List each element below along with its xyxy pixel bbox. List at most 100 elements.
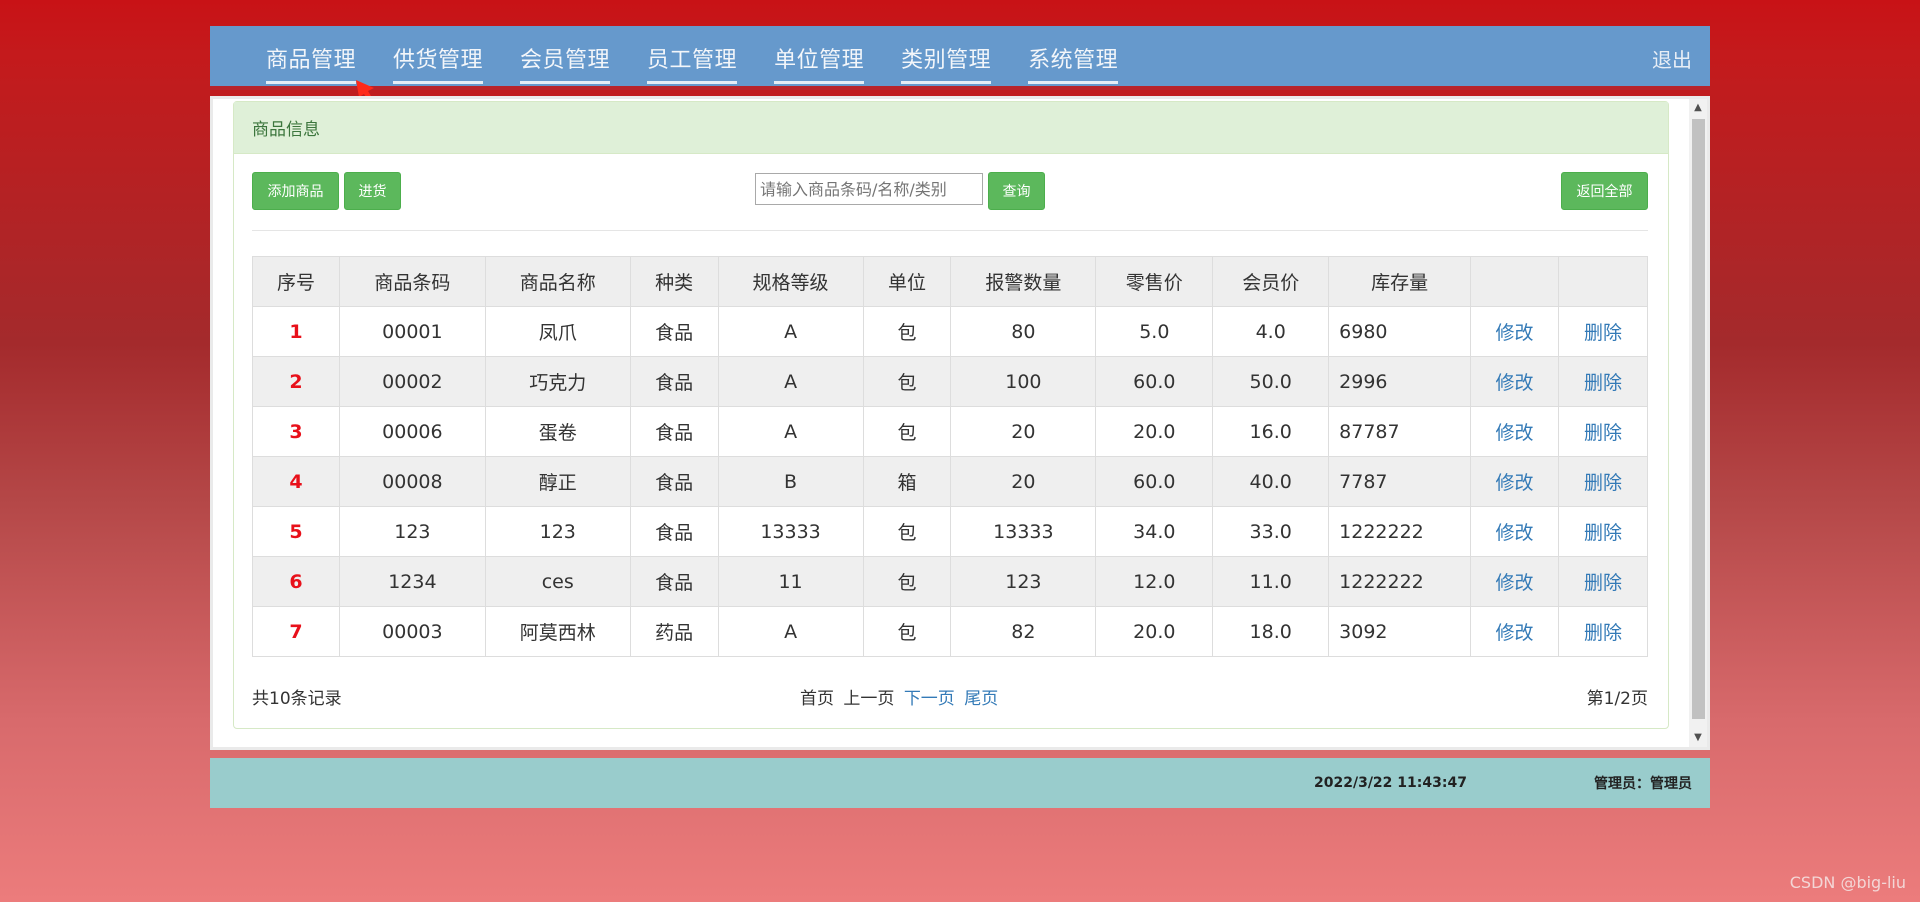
edit-link[interactable]: 修改 xyxy=(1470,406,1560,457)
delete-link[interactable]: 删除 xyxy=(1558,406,1648,457)
back-all-button[interactable]: 返回全部 xyxy=(1561,172,1648,210)
column-header xyxy=(1558,256,1648,307)
cell-stock: 2996 xyxy=(1328,356,1472,407)
cell-barcode: 00006 xyxy=(338,406,486,457)
cell-name: 蛋卷 xyxy=(484,406,631,457)
cell-unit: 包 xyxy=(862,556,952,607)
cell-member: 40.0 xyxy=(1212,456,1330,507)
edit-link[interactable]: 修改 xyxy=(1470,606,1560,657)
cell-name: 123 xyxy=(484,506,631,557)
cell-barcode: 00003 xyxy=(338,606,486,657)
cell-member: 4.0 xyxy=(1212,306,1330,357)
cell-no: 3 xyxy=(252,406,340,457)
column-header: 商品条码 xyxy=(338,256,486,307)
table-row: 4 00008 醇正 食品 B 箱 20 60.0 40.0 7787 修改 删除 xyxy=(252,456,1648,507)
add-goods-button[interactable]: 添加商品 xyxy=(252,172,339,210)
cell-alarm: 80 xyxy=(950,306,1097,357)
cell-barcode: 00001 xyxy=(338,306,486,357)
cell-no: 2 xyxy=(252,356,340,407)
cell-stock: 1222222 xyxy=(1328,556,1472,607)
admin-info: 管理员：管理员 xyxy=(1594,776,1692,792)
cell-name: 凤爪 xyxy=(484,306,631,357)
cell-barcode: 00008 xyxy=(338,456,486,507)
record-count: 共10条记录 xyxy=(252,689,342,709)
delete-link[interactable]: 删除 xyxy=(1558,306,1648,357)
cell-member: 50.0 xyxy=(1212,356,1330,407)
cell-grade: B xyxy=(717,456,864,507)
cell-category: 食品 xyxy=(629,556,719,607)
edit-link[interactable]: 修改 xyxy=(1470,306,1560,357)
column-header: 库存量 xyxy=(1328,256,1472,307)
cell-name: ces xyxy=(484,556,631,607)
cell-member: 33.0 xyxy=(1212,506,1330,557)
nav-item-unit[interactable]: 单位管理 xyxy=(774,26,865,90)
cell-stock: 3092 xyxy=(1328,606,1472,657)
cell-member: 18.0 xyxy=(1212,606,1330,657)
delete-link[interactable]: 删除 xyxy=(1558,556,1648,607)
delete-link[interactable]: 删除 xyxy=(1558,606,1648,657)
nav-item-staff[interactable]: 员工管理 xyxy=(647,26,738,90)
cell-retail: 60.0 xyxy=(1095,456,1214,507)
cell-alarm: 13333 xyxy=(950,506,1097,557)
scroll-thumb[interactable] xyxy=(1692,119,1705,719)
column-header: 商品名称 xyxy=(484,256,631,307)
column-header: 单位 xyxy=(862,256,952,307)
cell-category: 药品 xyxy=(629,606,719,657)
nav-item-goods[interactable]: 商品管理 xyxy=(266,26,357,90)
edit-link[interactable]: 修改 xyxy=(1470,506,1560,557)
pager: 首页 上一页 下一页 尾页 xyxy=(800,684,1002,709)
nav-item-category[interactable]: 类别管理 xyxy=(901,26,992,90)
cell-alarm: 123 xyxy=(950,556,1097,607)
column-header: 报警数量 xyxy=(950,256,1097,307)
cell-name: 巧克力 xyxy=(484,356,631,407)
cell-stock: 87787 xyxy=(1328,406,1472,457)
toolbar: 添加商品 进货 查询 返回全部 xyxy=(252,172,1648,212)
column-header: 规格等级 xyxy=(717,256,864,307)
cell-alarm: 20 xyxy=(950,406,1097,457)
cell-retail: 20.0 xyxy=(1095,406,1214,457)
cell-alarm: 20 xyxy=(950,456,1097,507)
table-header-row: 序号 商品条码 商品名称 种类 规格等级 单位 报警数量 零售价 会员价 库存量 xyxy=(252,256,1648,307)
column-header: 零售价 xyxy=(1095,256,1214,307)
edit-link[interactable]: 修改 xyxy=(1470,356,1560,407)
current-datetime: 2022/3/22 11:43:47 xyxy=(1314,775,1467,791)
prev-page: 上一页 xyxy=(843,689,895,709)
status-bar: 2022/3/22 11:43:47 管理员：管理员 xyxy=(210,758,1710,808)
cell-no: 5 xyxy=(252,506,340,557)
cell-grade: 13333 xyxy=(717,506,864,557)
scroll-down-icon[interactable]: ▼ xyxy=(1689,729,1707,747)
cell-category: 食品 xyxy=(629,406,719,457)
cell-alarm: 82 xyxy=(950,606,1097,657)
cell-unit: 包 xyxy=(862,406,952,457)
delete-link[interactable]: 删除 xyxy=(1558,456,1648,507)
delete-link[interactable]: 删除 xyxy=(1558,356,1648,407)
cell-name: 醇正 xyxy=(484,456,631,507)
nav-item-system[interactable]: 系统管理 xyxy=(1028,26,1119,90)
logout-link[interactable]: 退出 xyxy=(1652,26,1692,90)
cell-no: 4 xyxy=(252,456,340,507)
edit-link[interactable]: 修改 xyxy=(1470,456,1560,507)
delete-link[interactable]: 删除 xyxy=(1558,506,1648,557)
cell-retail: 5.0 xyxy=(1095,306,1214,357)
content-frame: 商品信息 添加商品 进货 查询 返回全部 序号 商品条码 商品名称 种类 规格 xyxy=(210,96,1710,750)
cell-member: 16.0 xyxy=(1212,406,1330,457)
cell-category: 食品 xyxy=(629,506,719,557)
vertical-scrollbar[interactable]: ▲ ▼ xyxy=(1689,99,1707,747)
cell-unit: 包 xyxy=(862,606,952,657)
cell-stock: 7787 xyxy=(1328,456,1472,507)
nav-item-supply[interactable]: 供货管理 xyxy=(393,26,484,90)
last-page-link[interactable]: 尾页 xyxy=(964,689,998,709)
next-page-link[interactable]: 下一页 xyxy=(904,689,955,709)
edit-link[interactable]: 修改 xyxy=(1470,556,1560,607)
watermark: CSDN @big-liu xyxy=(1789,873,1906,892)
cell-name: 阿莫西林 xyxy=(484,606,631,657)
nav-item-member[interactable]: 会员管理 xyxy=(520,26,611,90)
cell-category: 食品 xyxy=(629,306,719,357)
stock-in-button[interactable]: 进货 xyxy=(344,172,401,210)
query-button[interactable]: 查询 xyxy=(988,172,1045,210)
search-input[interactable] xyxy=(755,173,983,205)
table-row: 6 1234 ces 食品 11 包 123 12.0 11.0 1222222 修改 删除 xyxy=(252,556,1648,607)
column-header xyxy=(1470,256,1560,307)
top-nav-bar: 商品管理 供货管理 会员管理 员工管理 单位管理 类别管理 系统管理 退出 xyxy=(210,26,1710,90)
scroll-up-icon[interactable]: ▲ xyxy=(1689,99,1707,117)
